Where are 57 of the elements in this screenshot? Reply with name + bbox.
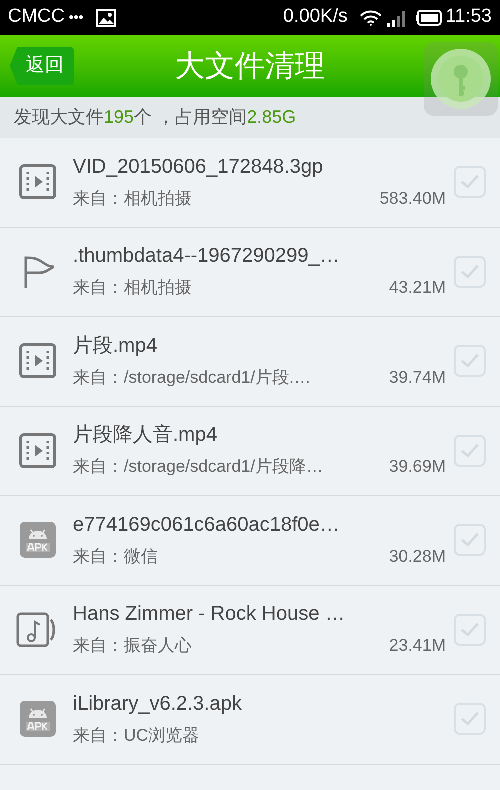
summary-text: 发现大文件195个 ，占用空间2.85G bbox=[14, 106, 296, 129]
notification-dots: ••• bbox=[69, 8, 84, 27]
signal-icon bbox=[386, 8, 408, 26]
android-apk-icon bbox=[18, 520, 58, 560]
file-source: 来自：相机拍摄 bbox=[73, 188, 192, 210]
carrier-text: CMCC bbox=[8, 5, 65, 30]
file-size: 23.41M bbox=[389, 635, 446, 657]
image-icon bbox=[96, 8, 116, 26]
file-name: e774169c061c6a60ac18f0e… bbox=[73, 512, 340, 538]
battery-icon bbox=[416, 10, 442, 26]
wifi-icon bbox=[360, 10, 382, 26]
file-row[interactable]: VID_20150606_172848.3gp 来自：相机拍摄 583.40M bbox=[0, 138, 500, 228]
video-file-icon bbox=[18, 341, 58, 382]
file-row[interactable]: .thumbdata4--1967290299_… 来自：相机拍摄 43.21M bbox=[0, 228, 500, 317]
file-size: 39.69M bbox=[389, 456, 446, 478]
checkbox[interactable] bbox=[454, 166, 486, 198]
file-source: 来自：相机拍摄 bbox=[73, 277, 192, 299]
file-name: Hans Zimmer - Rock House … bbox=[73, 602, 346, 627]
file-size: 43.21M bbox=[389, 277, 446, 299]
file-name: 片段.mp4 bbox=[73, 334, 158, 358]
checkbox[interactable] bbox=[454, 524, 486, 556]
floating-key-button[interactable] bbox=[424, 42, 498, 116]
check-icon bbox=[460, 353, 480, 370]
file-name: iLibrary_v6.2.3.apk bbox=[73, 692, 242, 716]
file-row[interactable]: 片段.mp4 来自：/storage/sdcard1/片段.… 39.74M bbox=[0, 317, 500, 406]
checkbox[interactable] bbox=[454, 345, 486, 378]
file-row[interactable]: iLibrary_v6.2.3.apk 来自：UC浏览器 bbox=[0, 675, 500, 764]
checkbox[interactable] bbox=[454, 703, 486, 736]
check-icon bbox=[460, 711, 480, 728]
clock-text: 11:53 bbox=[446, 5, 492, 30]
check-icon bbox=[460, 532, 480, 548]
file-source: 来自：UC浏览器 bbox=[73, 724, 200, 746]
checkbox[interactable] bbox=[454, 256, 486, 288]
file-row[interactable]: e774169c061c6a60ac18f0e… 来自：微信 30.28M bbox=[0, 496, 500, 586]
file-source: 来自：/storage/sdcard1/片段.… bbox=[73, 366, 312, 388]
check-icon bbox=[460, 622, 480, 638]
file-name: 片段降人音.mp4 bbox=[73, 423, 218, 448]
file-name: VID_20150606_172848.3gp bbox=[73, 154, 324, 180]
file-size: 39.74M bbox=[389, 366, 446, 388]
file-name: .thumbdata4--1967290299_… bbox=[73, 244, 340, 269]
file-size: 583.40M bbox=[380, 188, 446, 210]
file-size: 30.28M bbox=[389, 546, 446, 568]
video-file-icon bbox=[18, 430, 58, 471]
file-source: 来自：微信 bbox=[73, 546, 158, 568]
android-apk-icon bbox=[18, 699, 58, 740]
file-source: 来自：振奋人心 bbox=[73, 635, 192, 657]
video-file-icon bbox=[18, 162, 58, 202]
checkbox[interactable] bbox=[454, 434, 486, 467]
check-icon bbox=[460, 442, 480, 459]
check-icon bbox=[460, 174, 480, 190]
checkbox[interactable] bbox=[454, 614, 486, 646]
file-source: 来自：/storage/sdcard1/片段降… bbox=[73, 456, 324, 478]
network-speed: 0.00K/s bbox=[283, 5, 348, 30]
check-icon bbox=[460, 264, 480, 280]
file-row[interactable]: 片段降人音.mp4 来自：/storage/sdcard1/片段降… 39.69M bbox=[0, 406, 500, 496]
page-title: 大文件清理 bbox=[175, 48, 325, 84]
file-row[interactable]: Hans Zimmer - Rock House … 来自：振奋人心 23.41M bbox=[0, 586, 500, 675]
